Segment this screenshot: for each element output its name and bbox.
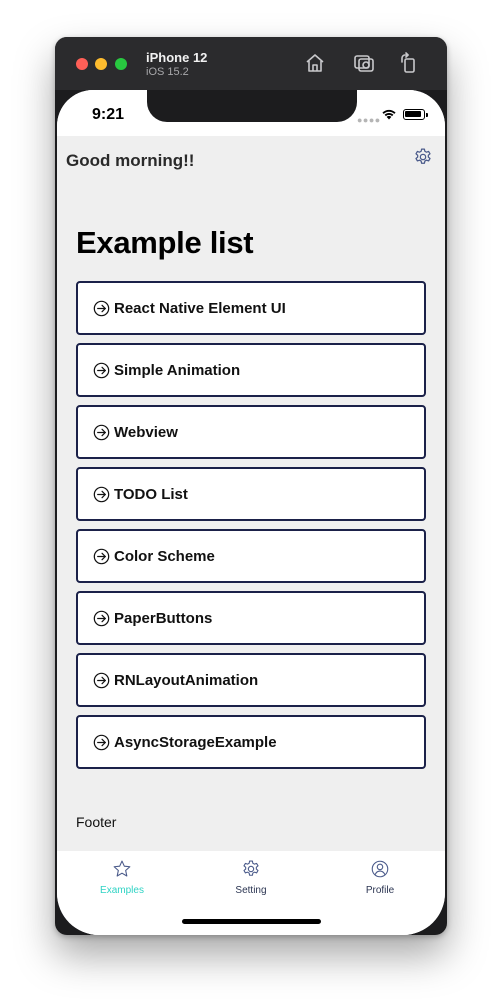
signal-icon: ● ● ● ● (357, 115, 380, 125)
phone-screen: 9:21 ● ● ● ● Good morning!! Example list (57, 90, 445, 935)
status-bar: 9:21 ● ● ● ● (57, 90, 445, 136)
page-title: Example list (76, 225, 254, 260)
home-indicator[interactable] (182, 919, 321, 924)
tab-label: Examples (100, 885, 144, 896)
minimize-window-button[interactable] (95, 58, 107, 70)
tab-profile[interactable]: Profile (315, 859, 445, 909)
notch (147, 90, 357, 122)
os-version: iOS 15.2 (146, 66, 189, 78)
device-name: iPhone 12 (146, 50, 208, 65)
list-item-rn-layout-animation[interactable]: RNLayoutAnimation (76, 653, 426, 707)
list-item-label: Simple Animation (114, 361, 241, 379)
list-item-label: Webview (114, 423, 178, 441)
star-icon (112, 859, 132, 879)
list-item-label: Color Scheme (114, 547, 215, 565)
list-item-color-scheme[interactable]: Color Scheme (76, 529, 426, 583)
arrow-right-circle-icon (93, 424, 110, 441)
arrow-right-circle-icon (93, 362, 110, 379)
user-icon (370, 859, 390, 879)
tab-label: Profile (365, 885, 395, 896)
simulator-window: iPhone 12 iOS 15.2 9:21 ● ● ● ● Good mor… (55, 37, 447, 935)
list-item-paper-buttons[interactable]: PaperButtons (76, 591, 426, 645)
arrow-right-circle-icon (93, 486, 110, 503)
arrow-right-circle-icon (93, 734, 110, 751)
gear-icon (241, 859, 261, 879)
zoom-window-button[interactable] (115, 58, 127, 70)
rotate-icon[interactable] (398, 52, 420, 74)
tab-label: Setting (235, 885, 267, 896)
arrow-right-circle-icon (93, 300, 110, 317)
footer-text: Footer (76, 814, 117, 830)
tab-bar: Examples Setting Profile (57, 851, 445, 935)
settings-gear-icon[interactable] (413, 147, 433, 167)
list-item-label: AsyncStorageExample (114, 733, 277, 751)
list-item-simple-animation[interactable]: Simple Animation (76, 343, 426, 397)
tab-setting[interactable]: Setting (186, 859, 316, 909)
status-time: 9:21 (92, 106, 125, 123)
list-item-todo-list[interactable]: TODO List (76, 467, 426, 521)
simulator-titlebar: iPhone 12 iOS 15.2 (55, 37, 447, 90)
list-item-label: React Native Element UI (114, 299, 286, 317)
close-window-button[interactable] (76, 58, 88, 70)
greeting-text: Good morning!! (66, 151, 195, 170)
list-item-react-native-element-ui[interactable]: React Native Element UI (76, 281, 426, 335)
list-item-label: TODO List (114, 485, 188, 503)
wifi-icon (381, 107, 397, 120)
main-content: Good morning!! Example list React Native… (57, 136, 445, 851)
arrow-right-circle-icon (93, 548, 110, 565)
tab-examples[interactable]: Examples (57, 859, 187, 909)
battery-icon (403, 109, 428, 120)
list-item-webview[interactable]: Webview (76, 405, 426, 459)
list-item-async-storage-example[interactable]: AsyncStorageExample (76, 715, 426, 769)
screenshot-icon[interactable] (353, 52, 375, 74)
list-item-label: PaperButtons (114, 609, 213, 627)
arrow-right-circle-icon (93, 610, 110, 627)
list-item-label: RNLayoutAnimation (114, 671, 259, 689)
home-icon[interactable] (304, 52, 326, 74)
arrow-right-circle-icon (93, 672, 110, 689)
